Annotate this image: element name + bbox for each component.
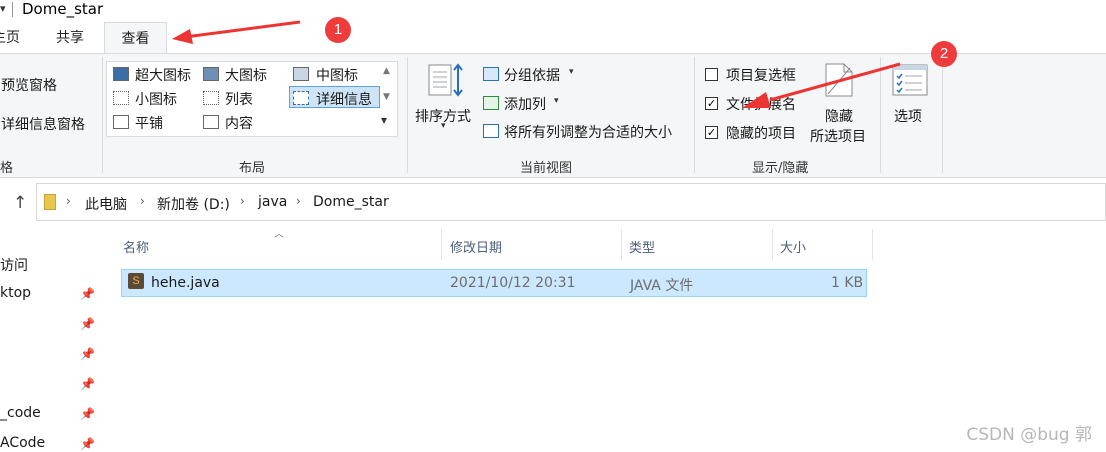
annotation-arrowhead-2 — [742, 92, 771, 108]
watermark: CSDN @bug 郭 — [966, 425, 1092, 445]
annotation-badge-1: 1 — [325, 17, 351, 43]
annotation-arrowhead-1 — [172, 29, 193, 44]
annotation-badge-2: 2 — [931, 41, 957, 67]
annotation-arrow-2 — [769, 62, 901, 102]
annotation-arrows — [172, 20, 901, 108]
annotation-arrow-1 — [184, 20, 301, 39]
